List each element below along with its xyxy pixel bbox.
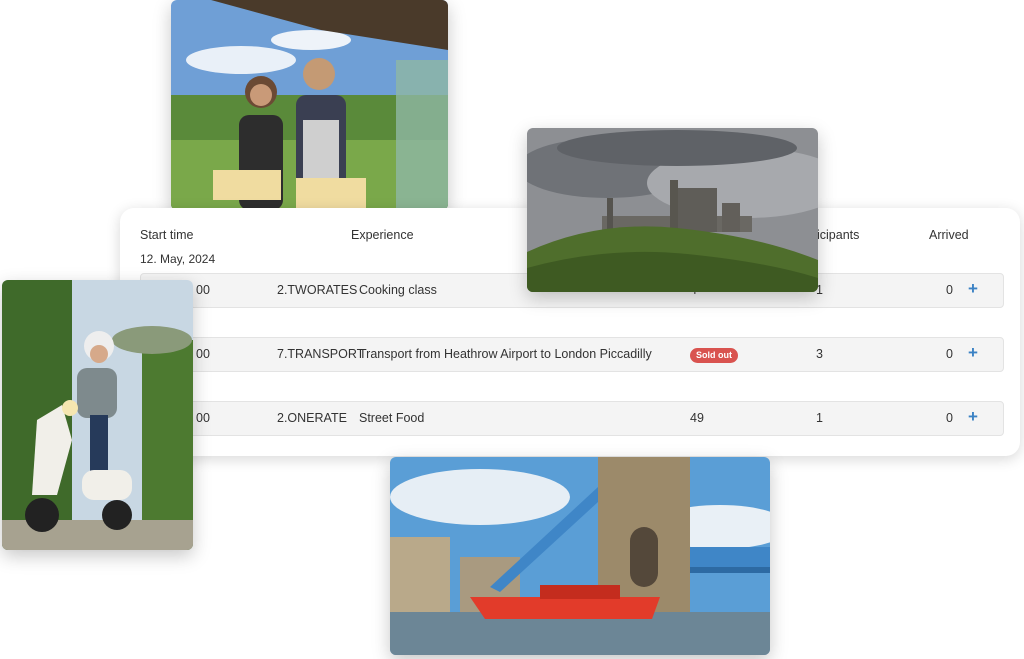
participants-cell: 1 bbox=[816, 411, 823, 425]
header-arrived: Arrived bbox=[929, 228, 969, 242]
scooter-rider-photo bbox=[2, 280, 193, 550]
header-experience: Experience bbox=[351, 228, 414, 242]
sold-out-badge: Sold out bbox=[690, 348, 738, 363]
table-row[interactable]: 00 7.TRANSPORT Transport from Heathrow A… bbox=[140, 337, 1004, 372]
cooking-class-photo bbox=[171, 0, 448, 210]
arrived-count-cell: 0 bbox=[946, 411, 953, 425]
add-arrival-button[interactable]: + bbox=[968, 408, 978, 426]
experience-name-cell: Transport from Heathrow Airport to Londo… bbox=[359, 347, 652, 361]
header-start-time: Start time bbox=[140, 228, 194, 242]
rate-code-cell: 2.TWORATES bbox=[277, 283, 358, 297]
arrived-count-cell: 0 bbox=[946, 283, 953, 297]
participants-cell: 3 bbox=[816, 347, 823, 361]
start-time-cell: 00 bbox=[196, 411, 210, 425]
header-participants: icipants bbox=[817, 228, 860, 242]
castle-photo bbox=[527, 128, 818, 292]
tower-bridge-photo bbox=[390, 457, 770, 655]
rate-code-cell: 7.TRANSPORT bbox=[277, 347, 365, 361]
arrived-count-cell: 0 bbox=[946, 347, 953, 361]
add-arrival-button[interactable]: + bbox=[968, 280, 978, 298]
add-arrival-button[interactable]: + bbox=[968, 344, 978, 362]
experience-name-cell: Cooking class bbox=[359, 283, 437, 297]
table-row[interactable]: 00 2.ONERATE Street Food 49 1 0 + bbox=[140, 401, 1004, 436]
date-group-label: 12. May, 2024 bbox=[140, 252, 216, 266]
experience-name-cell: Street Food bbox=[359, 411, 425, 425]
start-time-cell: 00 bbox=[196, 283, 210, 297]
availability-cell: 49 bbox=[690, 411, 704, 425]
rate-code-cell: 2.ONERATE bbox=[277, 411, 347, 425]
start-time-cell: 00 bbox=[196, 347, 210, 361]
